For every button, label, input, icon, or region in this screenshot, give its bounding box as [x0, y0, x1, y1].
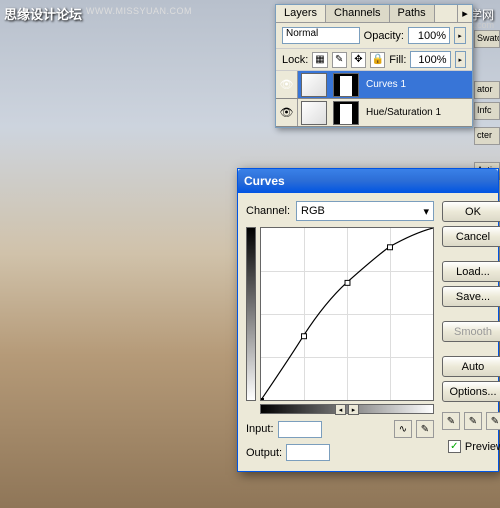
output-label: Output:: [246, 447, 282, 459]
lock-image-icon[interactable]: ✎: [332, 52, 347, 68]
curve-mode-icon[interactable]: ∿: [394, 420, 412, 438]
layer-name[interactable]: Curves 1: [362, 79, 472, 90]
layer-row-huesat[interactable]: 👁 Hue/Saturation 1: [276, 99, 472, 127]
lock-all-icon[interactable]: 🔒: [370, 52, 385, 68]
mask-thumb-icon: [333, 101, 359, 125]
opacity-input[interactable]: 100%: [408, 27, 450, 44]
curve-grid[interactable]: [260, 227, 434, 401]
channel-label: Channel:: [246, 205, 290, 217]
cancel-button[interactable]: Cancel: [442, 226, 500, 247]
fill-flyout-icon[interactable]: ▸: [455, 51, 466, 68]
input-gradient-bar: ◂ ▸: [260, 404, 434, 414]
eyedropper-black-icon[interactable]: ✎: [442, 412, 460, 430]
auto-button[interactable]: Auto: [442, 356, 500, 377]
side-tab-info[interactable]: Infc: [474, 102, 500, 120]
preview-checkbox[interactable]: ✓: [448, 440, 461, 453]
channel-select[interactable]: RGB ▾: [296, 201, 434, 221]
layer-row-curves[interactable]: 👁 Curves 1: [276, 71, 472, 99]
output-gradient-bar: [246, 227, 256, 401]
blend-mode-select[interactable]: Normal: [282, 27, 360, 44]
eye-icon[interactable]: 👁: [280, 78, 294, 91]
save-button[interactable]: Save...: [442, 286, 500, 307]
grid-size-small-icon[interactable]: ◂: [335, 404, 346, 415]
fill-label: Fill:: [389, 54, 406, 66]
adjustment-thumb-icon: [301, 73, 327, 97]
panel-menu-icon[interactable]: ▸: [457, 5, 472, 22]
ok-button[interactable]: OK: [442, 201, 500, 222]
tab-channels[interactable]: Channels: [326, 5, 389, 22]
layers-panel: Layers Channels Paths ▸ Normal Opacity: …: [275, 4, 473, 128]
lock-transparent-icon[interactable]: ▦: [312, 52, 327, 68]
options-button[interactable]: Options...: [442, 381, 500, 402]
docked-tabs: Swatch ator Infc cter Action: [474, 30, 500, 183]
lock-position-icon[interactable]: ✥: [351, 52, 366, 68]
tab-paths[interactable]: Paths: [390, 5, 435, 22]
tab-layers[interactable]: Layers: [276, 5, 326, 22]
chevron-down-icon: ▾: [423, 205, 429, 218]
load-button[interactable]: Load...: [442, 261, 500, 282]
fill-input[interactable]: 100%: [410, 51, 450, 68]
dialog-titlebar[interactable]: Curves: [238, 169, 498, 193]
eye-icon[interactable]: 👁: [280, 106, 294, 119]
output-field[interactable]: [286, 444, 330, 461]
lock-label: Lock:: [282, 54, 308, 66]
input-label: Input:: [246, 423, 274, 435]
eyedropper-white-icon[interactable]: ✎: [486, 412, 500, 430]
layer-name[interactable]: Hue/Saturation 1: [362, 107, 472, 118]
grid-size-large-icon[interactable]: ▸: [348, 404, 359, 415]
side-tab-character[interactable]: cter: [474, 127, 500, 145]
opacity-flyout-icon[interactable]: ▸: [454, 27, 466, 44]
smooth-button: Smooth: [442, 321, 500, 342]
side-tab-swatch[interactable]: Swatch: [474, 30, 500, 48]
mask-thumb-icon: [333, 73, 359, 97]
pencil-mode-icon[interactable]: ✎: [416, 420, 434, 438]
opacity-label: Opacity:: [364, 30, 404, 42]
side-tab-navigator[interactable]: ator: [474, 81, 500, 99]
eyedropper-gray-icon[interactable]: ✎: [464, 412, 482, 430]
adjustment-thumb-icon: [301, 101, 327, 125]
curves-dialog: Curves Channel: RGB ▾: [237, 168, 499, 472]
panel-tab-bar: Layers Channels Paths ▸: [276, 5, 472, 23]
input-field[interactable]: [278, 421, 322, 438]
layer-list: 👁 Curves 1 👁 Hue/Saturation 1: [276, 71, 472, 127]
channel-value: RGB: [301, 205, 325, 217]
preview-label: Preview: [465, 441, 500, 453]
curve-line[interactable]: [261, 228, 433, 400]
watermark-top-left-url: WWW.MISSYUAN.COM: [86, 6, 192, 16]
watermark-top-left: 思缘设计论坛: [4, 4, 82, 23]
